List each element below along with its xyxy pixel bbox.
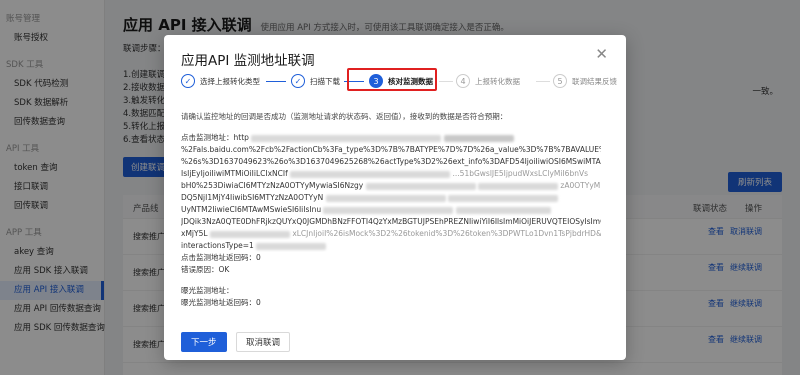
impression-status-label: 曝光监测地址返回码： — [181, 298, 256, 307]
click-url-line: IsIjEyIjoiIiwiMTMiOiIiLCIxNCIf ...51bGws… — [181, 169, 588, 178]
click-status-line: 点击监测地址返回码：0 — [181, 252, 601, 264]
step-connector — [439, 81, 453, 82]
click-url-line: %26s%3D1637049623%26o%3D1637049625268%26… — [181, 157, 601, 166]
click-url-line: bH0%253DiwiaCI6MTYzNzA0OTYyMywiaSI6Nzgy … — [181, 181, 601, 190]
click-error-value: OK — [218, 265, 230, 274]
click-url-line: interactionsType=1 — [181, 240, 601, 252]
redacted-text — [443, 134, 514, 142]
click-error-line: 错误原因：OK — [181, 264, 601, 276]
click-error-label: 错误原因： — [181, 265, 219, 274]
impression-status-value: 0 — [256, 298, 261, 307]
click-url-label: 点击监测地址： — [181, 133, 234, 142]
redacted-text — [256, 242, 327, 250]
step-label: 选择上报转化类型 — [200, 76, 260, 86]
impression-url-label: 曝光监测地址： — [181, 286, 234, 295]
cancel-debug-button[interactable]: 取消联调 — [236, 332, 291, 352]
next-step-button[interactable]: 下一步 — [181, 332, 227, 352]
redacted-text — [251, 134, 442, 142]
check-icon: ✓ — [291, 74, 305, 88]
step-label: 联调结果反馈 — [572, 76, 617, 86]
impression-url-line: 曝光监测地址： — [181, 285, 601, 297]
step-1: ✓ 选择上报转化类型 — [181, 71, 260, 91]
impression-status-line: 曝光监测地址返回码：0 — [181, 297, 601, 309]
click-status-value: 0 — [256, 253, 261, 262]
current-step-highlight — [347, 68, 437, 91]
monitor-url-debug-dialog: 应用API 监测地址联调 ✕ ✓ 选择上报转化类型 ✓ 扫描下载 3 核对监测数… — [164, 35, 626, 360]
click-url-line: DQ5NjI1MjY4IiwibSI6MTYzNzA0OTYyN — [181, 192, 601, 204]
redacted-text — [325, 194, 446, 202]
redacted-text — [323, 206, 454, 214]
step-number: 5 — [553, 74, 567, 88]
step-label: 上报转化数据 — [475, 76, 520, 86]
redacted-text — [209, 230, 290, 238]
dialog-body: 请确认监控地址的回调是否成功（监测地址请求的状态码、返回值），接收到的数据是否符… — [181, 111, 601, 309]
dialog-title: 应用API 监测地址联调 — [181, 53, 315, 69]
click-url-line: %2Fals.baidu.com%2Fcb%2FactionCb%3Fa_typ… — [181, 145, 601, 154]
step-connector — [266, 81, 286, 82]
step-5: 5 联调结果反馈 — [553, 71, 617, 91]
click-url-line: JDQik3NzA0QTE0DhFRjkzQUYxQ0JGMDhBNzFFOTI… — [181, 217, 601, 226]
check-description: 请确认监控地址的回调是否成功（监测地址请求的状态码、返回值），接收到的数据是否符… — [181, 112, 508, 121]
redacted-text — [447, 194, 558, 202]
step-4: 4 上报转化数据 — [456, 71, 520, 91]
step-number: 4 — [456, 74, 470, 88]
click-url-line: 点击监测地址：http — [181, 132, 601, 144]
step-connector — [536, 81, 550, 82]
redacted-text — [365, 182, 476, 190]
check-icon: ✓ — [181, 74, 195, 88]
click-url-line: UyNTM2IiwieCI6MTAwMSwieSI6IiIsInu — [181, 204, 601, 216]
click-url-line: xMjY5L xLCJnIjoiI%26isMock%3D2%26tokenid… — [181, 229, 601, 238]
click-status-label: 点击监测地址返回码： — [181, 253, 256, 262]
close-icon[interactable]: ✕ — [595, 47, 608, 62]
redacted-text — [455, 206, 551, 214]
step-2: ✓ 扫描下载 — [291, 71, 340, 91]
redacted-text — [290, 170, 451, 178]
step-label: 扫描下载 — [310, 76, 340, 86]
redacted-text — [478, 182, 559, 190]
